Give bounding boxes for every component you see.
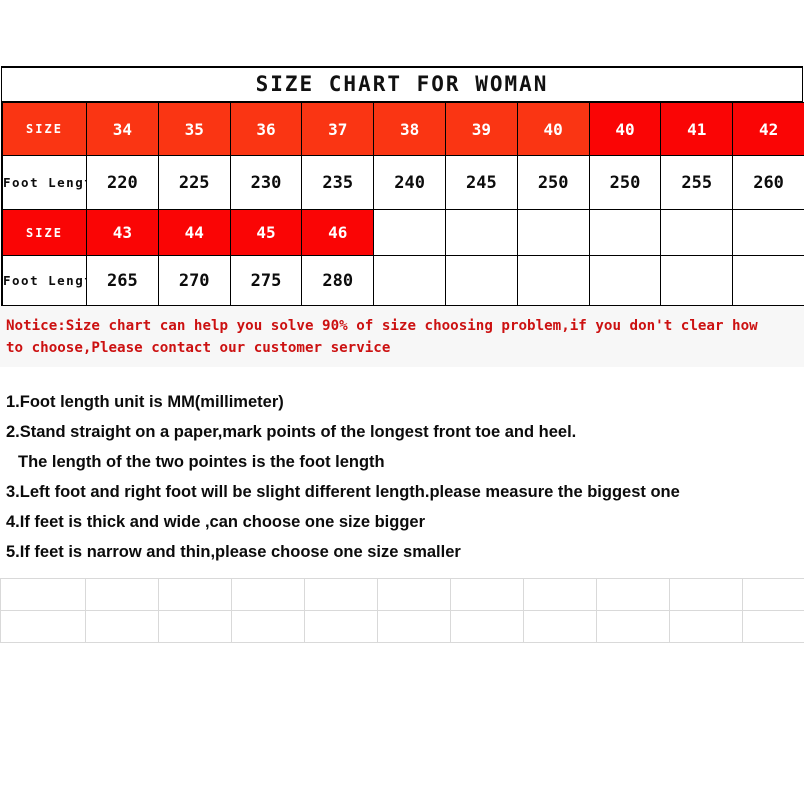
row-label-foot-length-1: Foot Length [2,155,87,210]
size-cell: 42 [732,102,804,156]
empty-grid-cell [158,610,232,643]
empty-grid-cell [742,610,804,643]
size-cell: 36 [229,102,303,156]
empty-grid-row [0,610,804,643]
page-title: SIZE CHART FOR WOMAN [2,68,802,102]
instruction-item: 2.Stand straight on a paper,mark points … [6,423,577,441]
size-cell: 46 [301,209,375,256]
foot-length-cell: 220 [86,155,159,210]
size-cell: 40 [588,102,662,156]
size-cell: 39 [444,102,518,156]
foot-length-cell: 255 [660,155,734,210]
instruction-item: 1.Foot length unit is MM(millimeter) [6,393,284,411]
empty-grid-cell [669,578,743,611]
empty-grid-cell [669,610,743,643]
empty-grid-cell [377,578,451,611]
instructions-list: 1.Foot length unit is MM(millimeter) 2.S… [0,367,804,567]
empty-grid-cell [596,578,670,611]
empty-grid-cell [742,578,804,611]
empty-grid-cell [523,578,597,611]
row-label-size-2: SIZE [2,209,87,256]
top-whitespace [0,0,804,66]
foot-length-cell-empty [373,255,446,306]
instruction-item: 5.If feet is narrow and thin,please choo… [6,543,461,561]
size-cell: 35 [157,102,231,156]
foot-length-cell: 280 [301,255,375,306]
size-cell: 44 [157,209,231,256]
foot-length-cell-empty [660,255,734,306]
size-chart-table: SIZE 34 35 36 37 38 39 40 40 41 42 Foot … [2,102,804,306]
foot-length-cell-empty [732,255,804,306]
size-cell: 40 [516,102,590,156]
bottom-empty-grid [0,578,804,643]
size-cell-empty [588,209,662,256]
instruction-item: 3.Left foot and right foot will be sligh… [6,483,680,501]
instruction-item: 4.If feet is thick and wide ,can choose … [6,513,426,531]
foot-length-cell: 270 [157,255,231,306]
empty-grid-cell [377,610,451,643]
table-row-foot-length-2: Foot Length 265 270 275 280 [2,255,804,306]
notice-line-1: Notice:Size chart can help you solve 90%… [6,318,758,334]
foot-length-cell: 230 [229,155,303,210]
empty-grid-cell [523,610,597,643]
empty-grid-cell [596,610,670,643]
empty-grid-cell [0,578,86,611]
size-cell-empty [516,209,590,256]
empty-grid-cell [158,578,232,611]
empty-grid-cell [450,578,524,611]
row-label-size-1: SIZE [2,102,87,156]
foot-length-cell: 275 [229,255,303,306]
size-chart-block: SIZE CHART FOR WOMAN SIZE 34 35 36 37 38… [1,66,804,306]
size-cell: 43 [86,209,159,256]
empty-grid-cell [0,610,86,643]
empty-grid-cell [304,578,378,611]
size-cell: 38 [373,102,446,156]
row-label-foot-length-2: Foot Length [2,255,87,306]
foot-length-cell: 260 [732,155,804,210]
foot-length-cell: 245 [444,155,518,210]
notice-line-2: to choose,Please contact our customer se… [6,340,391,356]
empty-grid-cell [85,610,159,643]
notice-banner: Notice:Size chart can help you solve 90%… [0,306,804,367]
foot-length-cell: 240 [373,155,446,210]
table-row-size-1: SIZE 34 35 36 37 38 39 40 40 41 42 [2,102,804,156]
size-cell-empty [660,209,734,256]
empty-grid-table [0,578,804,643]
size-cell: 37 [301,102,375,156]
empty-grid-cell [231,610,305,643]
empty-grid-cell [85,578,159,611]
empty-grid-row [0,578,804,611]
foot-length-cell: 265 [86,255,159,306]
foot-length-cell: 235 [301,155,375,210]
foot-length-cell-empty [588,255,662,306]
size-cell: 45 [229,209,303,256]
empty-grid-cell [231,578,305,611]
empty-grid-cell [450,610,524,643]
size-cell: 41 [660,102,734,156]
foot-length-cell: 225 [157,155,231,210]
foot-length-cell-empty [444,255,518,306]
table-row-size-2: SIZE 43 44 45 46 [2,209,804,256]
foot-length-cell: 250 [516,155,590,210]
size-cell-empty [732,209,804,256]
table-row-foot-length-1: Foot Length 220 225 230 235 240 245 250 … [2,155,804,210]
foot-length-cell: 250 [588,155,662,210]
size-cell-empty [373,209,446,256]
size-cell-empty [444,209,518,256]
size-cell: 34 [86,102,159,156]
foot-length-cell-empty [516,255,590,306]
instruction-item-continuation: The length of the two pointes is the foo… [18,453,385,471]
empty-grid-cell [304,610,378,643]
